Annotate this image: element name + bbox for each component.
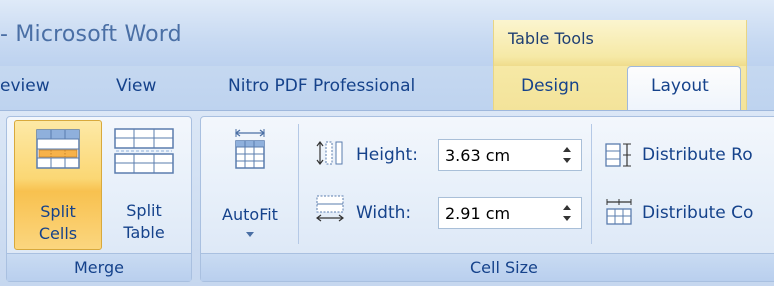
distribute-rows-label: Distribute Ro <box>642 145 753 165</box>
distribute-rows-button[interactable]: Distribute Ro <box>600 138 774 172</box>
tab-view[interactable]: View <box>116 76 156 96</box>
width-label: Width: <box>356 203 412 223</box>
distribute-columns-label: Distribute Co <box>642 203 754 223</box>
split-table-button[interactable]: Split Table <box>104 120 184 250</box>
table-tools-label: Table Tools <box>508 29 594 48</box>
row-height-icon <box>316 141 343 165</box>
autofit-label: AutoFit <box>222 205 278 224</box>
cell-size-group-label: Cell Size <box>470 258 538 277</box>
merge-group-label: Merge <box>74 258 124 277</box>
height-spinner[interactable]: 3.63 cm <box>438 139 582 171</box>
split-cells-label-line1: Split <box>40 202 76 221</box>
width-spin-arrows-icon[interactable] <box>561 202 573 224</box>
height-value: 3.63 cm <box>445 146 511 165</box>
width-spinner[interactable]: 2.91 cm <box>438 197 582 229</box>
distribute-columns-button[interactable]: Distribute Co <box>600 196 774 230</box>
height-label: Height: <box>356 145 418 165</box>
split-cells-icon <box>36 129 80 169</box>
split-table-label-line1: Split <box>126 201 162 220</box>
separator-autofit <box>298 124 299 244</box>
separator-distribute <box>591 124 592 244</box>
tab-design[interactable]: Design <box>521 76 580 96</box>
autofit-icon <box>235 129 265 169</box>
split-table-label-line2: Table <box>123 223 165 242</box>
autofit-button[interactable]: AutoFit <box>206 120 294 250</box>
height-spin-arrows-icon[interactable] <box>561 144 573 166</box>
distribute-columns-icon <box>606 199 632 225</box>
tab-review[interactable]: eview <box>0 76 50 96</box>
tab-layout[interactable]: Layout <box>651 76 709 96</box>
split-cells-button[interactable]: Split Cells <box>14 120 102 250</box>
distribute-rows-icon <box>605 143 631 167</box>
split-cells-label-line2: Cells <box>38 224 78 243</box>
column-width-icon <box>316 195 344 222</box>
tab-nitro-pdf[interactable]: Nitro PDF Professional <box>228 76 415 96</box>
autofit-dropdown-arrow-icon <box>246 232 254 237</box>
split-table-icon <box>114 128 174 174</box>
width-value: 2.91 cm <box>445 204 511 223</box>
window-title: - Microsoft Word <box>0 22 182 47</box>
